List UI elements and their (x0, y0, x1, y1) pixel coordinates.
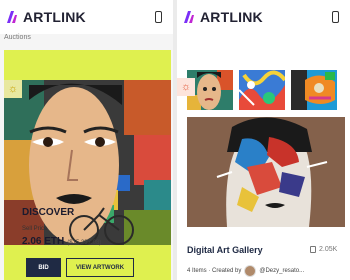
sell-price-label: Sell Price (22, 226, 48, 232)
featured-title: DISCOVER (22, 207, 75, 218)
likes-value: 2.05K (319, 246, 338, 253)
gallery-thumbnail[interactable] (291, 70, 337, 110)
brand-name[interactable]: ARTLINK (23, 9, 86, 25)
copy-icon (310, 246, 316, 253)
left-screen: ARTLINK Auctions ☼ DISCOVER Sell Price 2… (0, 0, 173, 280)
phone-icon[interactable] (155, 11, 162, 23)
right-screen: ARTLINK ☼ Digital Art Gallery 2.05K 4 It… (177, 0, 350, 280)
gallery-meta: 4 Items · Created by @Dezy_resato... (187, 265, 304, 277)
artlink-logo-icon[interactable] (6, 10, 18, 24)
breadcrumb[interactable]: Auctions (4, 34, 31, 41)
phone-icon[interactable] (332, 11, 339, 23)
creator-handle[interactable]: @Dezy_resato... (259, 268, 304, 274)
likes-count[interactable]: 2.05K (310, 246, 337, 253)
price-row: 2.06 ETH ($15,237.08) (22, 236, 101, 247)
price-usd: ($15,237.08) (67, 240, 102, 246)
view-artwork-button[interactable]: VIEW ARTWORK (66, 258, 134, 277)
items-created-label: 4 Items · Created by (187, 268, 242, 274)
bid-button[interactable]: BID (26, 258, 61, 277)
price-eth: 2.06 ETH (22, 236, 65, 247)
featured-artwork-image[interactable] (4, 80, 171, 245)
gallery-title[interactable]: Digital Art Gallery (187, 245, 263, 255)
sun-icon[interactable]: ☼ (177, 78, 195, 96)
brand-name[interactable]: ARTLINK (200, 9, 263, 25)
gallery-thumbnail[interactable] (239, 70, 285, 110)
gallery-thumbnails: ☼ (177, 70, 350, 112)
app-header: ARTLINK (177, 0, 350, 34)
artlink-logo-icon[interactable] (183, 10, 195, 24)
sun-icon[interactable]: ☼ (4, 80, 22, 98)
gallery-main-artwork[interactable] (187, 117, 345, 227)
app-header: ARTLINK (0, 0, 173, 34)
avatar[interactable] (244, 265, 257, 277)
